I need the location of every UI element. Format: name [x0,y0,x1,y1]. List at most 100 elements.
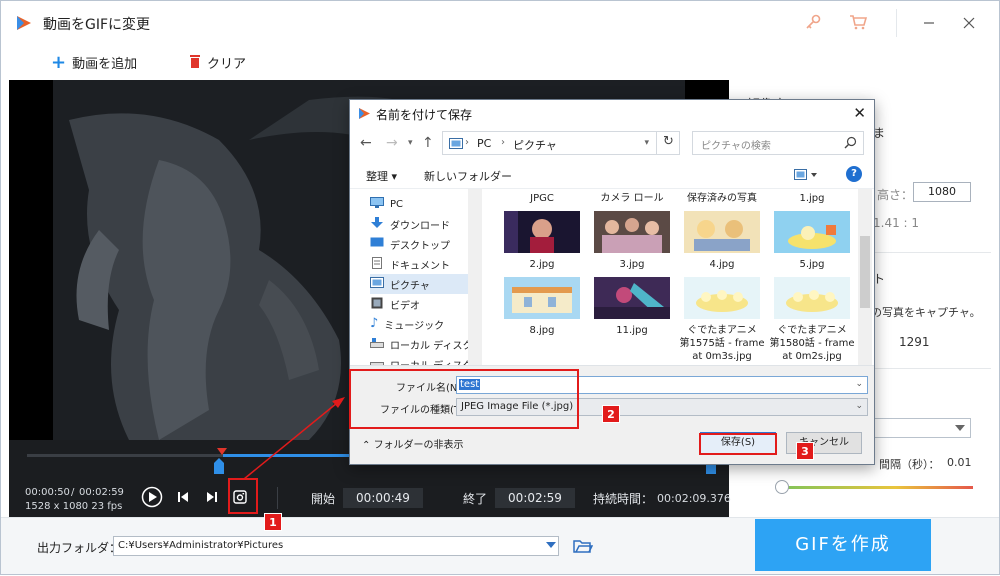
annotation-box-snapshot [228,478,258,514]
tree-item-downloads[interactable]: ダウンロード [370,214,482,234]
file-item-label[interactable]: ぐでたまアニメ 第1580話 - frame at 0m2s.jpg [768,324,856,363]
interval-slider-handle[interactable] [775,480,789,494]
main-toolbar: + 動画を追加 クリア [1,45,999,79]
minimize-icon[interactable] [919,13,939,33]
annotation-badge-1: 1 [264,513,282,531]
hide-folders-toggle[interactable]: ⌃ フォルダーの非表示 [362,436,464,451]
up-arrow-icon[interactable]: ↑ [422,135,434,151]
chevron-down-icon[interactable]: ⌄ [855,379,863,389]
previous-frame-icon[interactable] [177,491,189,506]
end-time-field[interactable]: 00:02:59 [495,488,575,508]
playhead-marker-icon[interactable] [217,445,227,459]
output-bar: 出力フォルダ： C:¥Users¥Administrator¥Pictures … [1,517,999,574]
organize-menu[interactable]: 整理 ▾ [366,168,397,184]
start-label: 開始 [311,492,336,506]
total-time: 00:02:59 [79,487,124,498]
app-title: 動画をGIFに変更 [43,17,151,33]
chevron-up-icon: ⌃ [362,440,374,451]
address-dropdown-icon[interactable]: ▾ [644,138,649,148]
end-label: 終了 [463,492,488,506]
tree-item-pc[interactable]: PC [370,194,482,214]
file-item-label[interactable]: 4.jpg [678,258,766,271]
thumbnail-2[interactable] [504,211,580,253]
refresh-icon[interactable]: ↻ [656,131,680,155]
tree-item-label: ダウンロード [390,220,450,232]
next-frame-icon[interactable] [206,491,218,506]
thumbnail-gudetama-1580[interactable] [774,277,850,319]
thumbnail-gudetama-1575[interactable] [684,277,760,319]
tree-scrollbar[interactable] [468,189,482,365]
pictures-folder-icon [449,138,463,152]
view-options-icon[interactable] [794,169,818,184]
file-item-label[interactable]: 3.jpg [588,258,676,271]
breadcrumb-pc[interactable]: PC [477,137,491,150]
current-time: 00:00:50 [25,487,70,498]
tree-item-videos[interactable]: ビデオ [370,294,482,314]
create-gif-button[interactable]: GIFを作成 [755,519,931,571]
file-item-label[interactable]: JPGC [498,192,586,205]
file-item-label[interactable]: ぐでたまアニメ 第1575話 - frame at 0m3s.jpg [678,324,766,363]
thumbnail-3[interactable] [594,211,670,253]
dialog-title: 名前を付けて保存 [376,108,473,122]
tree-item-music[interactable]: ♪ ミュージック [370,314,482,334]
tree-item-pictures[interactable]: ピクチャ [370,274,482,294]
annotation-badge-3: 3 [796,442,814,460]
dialog-close-icon[interactable]: ✕ [853,104,866,122]
height-input[interactable]: 1080 [913,182,971,202]
file-item-label[interactable]: 5.jpg [768,258,856,271]
app-window: 動画をGIFに変更 + 動画を追加 クリア 00:00:50 / 00:02:5… [0,0,1000,575]
output-folder-path: C:¥Users¥Administrator¥Pictures [118,540,284,551]
key-icon[interactable] [804,13,822,34]
folder-open-icon[interactable] [573,538,594,557]
interval-slider[interactable] [779,486,973,489]
search-box[interactable]: ピクチャの検索 [692,131,864,155]
file-item-label[interactable]: 1.jpg [768,192,856,205]
tree-item-local-disk-d[interactable]: ローカル ディスク (D [370,354,482,365]
history-chevron-icon[interactable]: ▾ [408,138,413,148]
download-icon [370,216,384,232]
add-video-label: 動画を追加 [72,57,138,72]
cart-icon[interactable] [849,13,868,34]
annotation-box-save [699,433,777,455]
tree-item-local-disk-c[interactable]: ローカル ディスク (C [370,334,482,354]
breadcrumb-pictures[interactable]: ピクチャ [513,137,557,153]
play-icon[interactable] [141,486,163,511]
tree-item-label: ビデオ [390,300,420,312]
controls-divider [277,487,278,509]
thumbnail-8[interactable] [504,277,580,319]
pc-icon [370,196,384,212]
video-icon [370,297,384,312]
file-item-label[interactable]: カメラ ロール [588,192,676,205]
thumbnail-11[interactable] [594,277,670,319]
start-time-field[interactable]: 00:00:49 [343,488,423,508]
back-arrow-icon[interactable]: ← [360,135,372,151]
duration-label: 持続時間： [593,492,654,506]
annotation-badge-2: 2 [602,405,620,423]
add-video-button[interactable]: + 動画を追加 [51,53,137,72]
desktop-icon [370,237,384,252]
thumbnail-5[interactable] [774,211,850,253]
help-icon[interactable]: ? [846,166,862,182]
address-bar[interactable]: › PC › ピクチャ ▾ [442,131,680,155]
tree-item-desktop[interactable]: デスクトップ [370,234,482,254]
file-item-label[interactable]: 保存済みの写真 [678,192,766,205]
time-separator: / [71,487,75,498]
start-handle-icon[interactable] [214,458,224,477]
dropdown-arrow-icon[interactable] [546,542,556,548]
forward-arrow-icon[interactable]: → [386,135,398,151]
clear-button[interactable]: クリア [189,53,246,72]
interval-label: 間隔（秒）： [879,458,940,471]
close-icon[interactable] [959,13,979,33]
file-item-label[interactable]: 11.jpg [588,324,676,337]
file-item-label[interactable]: 2.jpg [498,258,586,271]
new-folder-button[interactable]: 新しいフォルダー [424,168,512,184]
breadcrumb-separator-icon: › [501,137,505,148]
thumbnail-4[interactable] [684,211,760,253]
chevron-down-icon[interactable]: ⌄ [855,401,863,411]
tree-item-documents[interactable]: ドキュメント [370,254,482,274]
file-item-label[interactable]: 8.jpg [498,324,586,337]
output-folder-field[interactable]: C:¥Users¥Administrator¥Pictures [113,536,559,556]
dialog-app-icon [358,107,371,123]
tree-item-label: ドキュメント [390,260,450,272]
files-scrollbar-thumb[interactable] [860,236,870,308]
